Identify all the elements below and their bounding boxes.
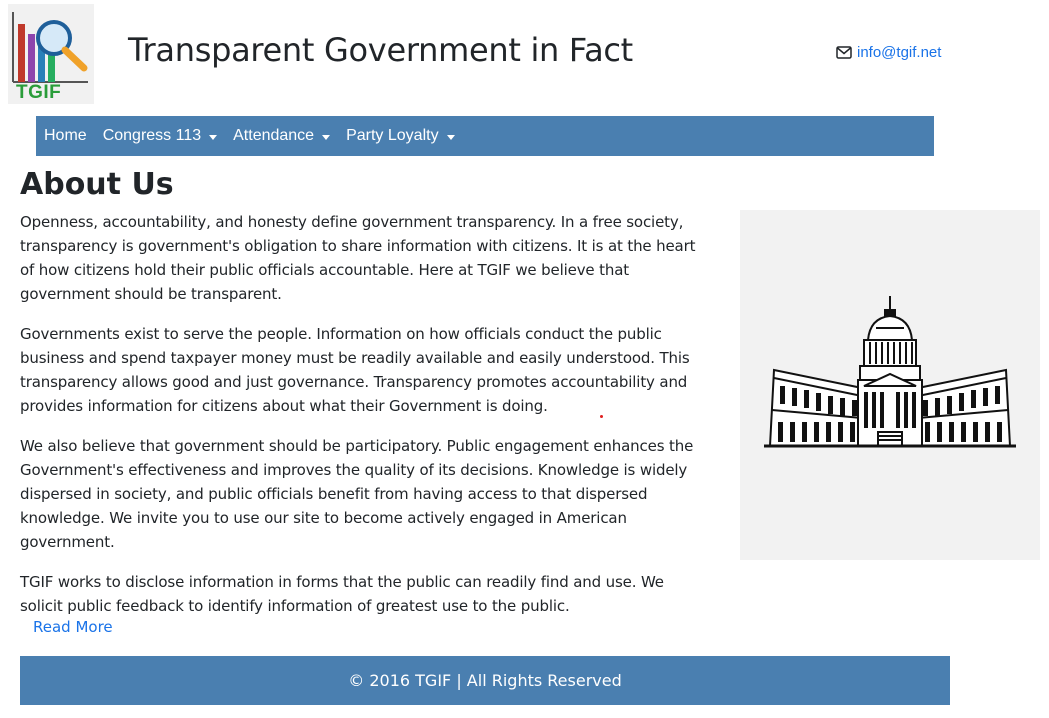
logo-text: TGIF [16, 82, 62, 103]
nav-party-loyalty-label: Party Loyalty [346, 127, 439, 144]
stray-dot [600, 415, 603, 418]
nav-congress-dropdown[interactable]: Congress 113 [95, 127, 225, 145]
email-link[interactable]: info@tgif.net [857, 44, 941, 61]
site-logo[interactable]: TGIF [8, 4, 94, 104]
nav-party-loyalty-dropdown[interactable]: Party Loyalty [338, 127, 462, 145]
envelope-icon [836, 46, 852, 59]
site-footer: © 2016 TGIF | All Rights Reserved [20, 656, 950, 705]
about-paragraph-2: Governments exist to serve the people. I… [20, 325, 690, 415]
capitol-building-icon [764, 296, 1016, 448]
about-content: Openness, accountability, and honesty de… [20, 210, 710, 634]
about-paragraph-1: Openness, accountability, and honesty de… [20, 213, 696, 303]
caret-down-icon [446, 134, 455, 140]
page-title: About Us [20, 167, 174, 202]
caret-down-icon [209, 134, 218, 140]
nav-attendance-label: Attendance [233, 127, 315, 144]
nav-attendance-dropdown[interactable]: Attendance [225, 127, 338, 145]
footer-copyright: © 2016 TGIF | All Rights Reserved [348, 671, 622, 690]
nav-home[interactable]: Home [36, 127, 95, 145]
main-navbar: Home Congress 113 Attendance Party Loyal… [36, 116, 934, 156]
contact-email: info@tgif.net [836, 44, 941, 61]
nav-home-label: Home [44, 127, 87, 144]
about-paragraph-3: We also believe that government should b… [20, 437, 694, 551]
site-title: Transparent Government in Fact [128, 31, 633, 69]
caret-down-icon [322, 134, 331, 140]
about-paragraph-4: TGIF works to disclose information in fo… [20, 573, 664, 615]
nav-congress-label: Congress 113 [102, 127, 202, 144]
read-more-link[interactable]: Read More [33, 618, 113, 636]
capitol-image [740, 210, 1040, 560]
